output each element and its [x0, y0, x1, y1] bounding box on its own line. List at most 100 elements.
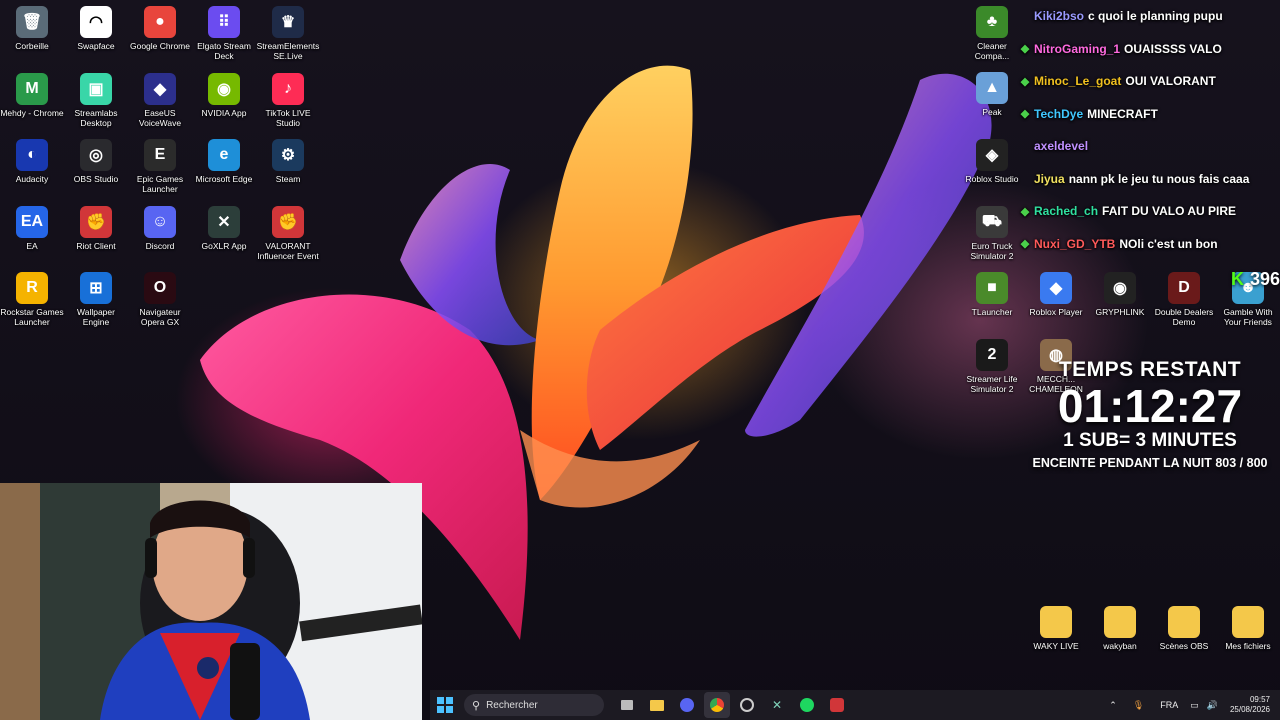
- timer-rule: 1 SUB= 3 MINUTES: [1063, 430, 1237, 451]
- network-icon[interactable]: ▭: [1190, 700, 1199, 711]
- desktop-icon-streamer-life-simulator-2[interactable]: 2 Streamer Life Simulator 2: [960, 335, 1024, 394]
- chat-text: MINECRAFT: [1087, 106, 1158, 121]
- audacity-icon: ◐: [16, 139, 48, 171]
- peak-icon: ▲: [976, 72, 1008, 104]
- obs-studio-icon: ◎: [80, 139, 112, 171]
- streamlabs-desktop-icon: ▣: [80, 72, 112, 105]
- chat-text: OUI VALORANT: [1125, 74, 1216, 89]
- desktop-icon-label: Elgato Stream Deck: [197, 41, 251, 61]
- easeus-voicewave-icon: ◆: [144, 72, 176, 105]
- desktop-icon-label: OBS Studio: [73, 174, 119, 184]
- ea-icon: EA: [16, 205, 48, 238]
- start-button[interactable]: [432, 692, 458, 718]
- spotify-icon: [800, 698, 814, 712]
- chat-text: FAIT DU VALO AU PIRE: [1102, 204, 1237, 219]
- desktop-icon-label: Mehdy - Chrome: [0, 107, 64, 118]
- discord-button[interactable]: [674, 692, 700, 718]
- goxlr-icon: ✕: [771, 698, 783, 712]
- wallpaper-engine-icon: ⊞: [80, 272, 112, 304]
- desktop-icon-label: Peak: [982, 107, 1002, 117]
- desktop-icon-sc-nes-obs[interactable]: Scènes OBS: [1152, 602, 1216, 651]
- desktop-icon-mehdy-chrome[interactable]: M Mehdy - Chrome: [0, 69, 64, 118]
- chat-message: axeldevel: [1016, 130, 1280, 163]
- file-explorer-button[interactable]: [644, 692, 670, 718]
- desktop-icon-roblox-player[interactable]: ◆ Roblox Player: [1024, 268, 1088, 317]
- desktop-icon-mes-fichiers[interactable]: Mes fichiers: [1216, 602, 1280, 651]
- desktop-icon-goxlr-app[interactable]: ✕ GoXLR App: [192, 202, 256, 251]
- desktop-icon-discord[interactable]: ☺ Discord: [128, 202, 192, 251]
- taskbar-clock[interactable]: 09:57 25/08/2026: [1230, 695, 1270, 715]
- desktop-icon-label: VALORANT Influencer Event: [257, 240, 319, 261]
- taskbar: ⚲ Rechercher ✕ ⌃ 🎙 FRA ▭ 🔊 09:57 25/08/2…: [430, 690, 1280, 720]
- desktop-icon-microsoft-edge[interactable]: e Microsoft Edge: [192, 135, 256, 184]
- chrome-button[interactable]: [704, 692, 730, 718]
- obs-icon: [740, 698, 754, 712]
- desktop-icon-obs-studio[interactable]: ◎ OBS Studio: [64, 135, 128, 184]
- desktop-icon-swapface[interactable]: ◠ Swapface: [64, 2, 128, 51]
- desktop-icon-waky-live[interactable]: WAKY LIVE: [1024, 602, 1088, 651]
- desktop-icon-rockstar-games-launcher[interactable]: R Rockstar Games Launcher: [0, 268, 64, 327]
- desktop-icon-nvidia-app[interactable]: ◉ NVIDIA App: [192, 69, 256, 118]
- desktop-icon-label: Steam: [275, 174, 301, 184]
- desktop-icon-label: Rockstar Games Launcher: [0, 307, 64, 327]
- waky-live-icon: [1040, 606, 1072, 638]
- desktop-icon-google-chrome[interactable]: ● Google Chrome: [128, 2, 192, 51]
- sc-nes-obs-icon: [1168, 606, 1200, 638]
- chat-message: ◆ TechDye MINECRAFT: [1016, 98, 1280, 131]
- viewer-count: 396: [1249, 268, 1280, 289]
- valorant-influencer-event-icon: ✊: [272, 205, 304, 238]
- desktop-icon-epic-games-launcher[interactable]: E Epic Games Launcher: [128, 135, 192, 194]
- roblox-studio-icon: ◈: [976, 139, 1008, 171]
- volume-icon[interactable]: 🔊: [1207, 700, 1218, 711]
- desktop-icon-double-dealers-demo[interactable]: D Double Dealers Demo: [1152, 268, 1216, 327]
- desktop-icon-easeus-voicewave[interactable]: ◆ EaseUS VoiceWave: [128, 69, 192, 128]
- desktop-icon-corbeille[interactable]: 🗑 Corbeille: [0, 2, 64, 51]
- spotify-button[interactable]: [794, 692, 820, 718]
- desktop-icon-elgato-stream-deck[interactable]: ⠿ Elgato Stream Deck: [192, 2, 256, 61]
- chat-username: TechDye: [1034, 106, 1084, 121]
- mehdy-chrome-icon: M: [16, 72, 48, 105]
- desktop-icon-label: GRYPHLINK: [1095, 307, 1145, 317]
- desktop-icon-euro-truck-simulator-2[interactable]: ⛟ Euro Truck Simulator 2: [960, 202, 1024, 261]
- desktop-icon-label: Navigateur Opera GX: [139, 307, 181, 327]
- desktop-icon-cleaner-compa[interactable]: ♣ Cleaner Compa...: [960, 2, 1024, 61]
- chevron-up-icon[interactable]: ⌃: [1109, 700, 1117, 711]
- desktop-icon-label: Double Dealers Demo: [1154, 307, 1214, 327]
- desktop-icon-riot-client[interactable]: ✊ Riot Client: [64, 202, 128, 251]
- epic-games-launcher-icon: E: [144, 139, 176, 171]
- language-indicator[interactable]: FRA: [1160, 700, 1178, 710]
- clock-date: 25/08/2026: [1229, 705, 1270, 714]
- desktop-icon-steam[interactable]: ⚙ Steam: [256, 135, 320, 184]
- riot-button[interactable]: [824, 692, 850, 718]
- desktop-icon-tlauncher[interactable]: ■ TLauncher: [960, 268, 1024, 317]
- desktop-icon-streamlabs-desktop[interactable]: ▣ Streamlabs Desktop: [64, 69, 128, 128]
- obs-button[interactable]: [734, 692, 760, 718]
- subscriber-badge-icon: ◆: [1020, 205, 1030, 218]
- desktop-icon-wakyban[interactable]: wakyban: [1088, 602, 1152, 651]
- desktop-icon-peak[interactable]: ▲ Peak: [960, 68, 1024, 117]
- folder-icon: [650, 699, 664, 711]
- chat-message: ◆ Minoc_Le_goat OUI VALORANT: [1016, 65, 1280, 98]
- desktop-icon-gryphlink[interactable]: ◉ GRYPHLINK: [1088, 268, 1152, 317]
- desktop-icon-navigateur-opera-gx[interactable]: O Navigateur Opera GX: [128, 268, 192, 327]
- desktop-icon-valorant-influencer-event[interactable]: ✊ VALORANT Influencer Event: [256, 202, 320, 261]
- desktop-icon-tiktok-live-studio[interactable]: ♪ TikTok LIVE Studio: [256, 69, 320, 128]
- task-view-button[interactable]: [614, 692, 640, 718]
- subscriber-badge-icon: ◆: [1020, 108, 1030, 121]
- steam-icon: ⚙: [272, 139, 304, 171]
- desktop-icon-roblox-studio[interactable]: ◈ Roblox Studio: [960, 135, 1024, 184]
- chat-message: ◆ Rached_ch FAIT DU VALO AU PIRE: [1016, 195, 1280, 228]
- microphone-icon[interactable]: 🎙: [1133, 700, 1144, 711]
- goxlr-button[interactable]: ✕: [764, 692, 790, 718]
- desktop-icon-label: Streamer Life Simulator 2: [966, 374, 1018, 394]
- desktop-icon-label: Discord: [145, 240, 175, 251]
- desktop-icon-ea[interactable]: EA EA: [0, 202, 64, 251]
- desktop-icon-wallpaper-engine[interactable]: ⊞ Wallpaper Engine: [64, 268, 128, 327]
- taskbar-search[interactable]: ⚲ Rechercher: [464, 694, 604, 716]
- desktop-icon-streamelements-se-live[interactable]: ♛ StreamElements SE.Live: [256, 2, 320, 61]
- desktop-icon-audacity[interactable]: ◐ Audacity: [0, 135, 64, 184]
- desktop-icon-label: Mes fichiers: [1225, 641, 1271, 651]
- desktop-icon-label: Audacity: [15, 174, 49, 184]
- desktop-icon-label: Corbeille: [15, 41, 49, 51]
- cleaner-compa-icon: ♣: [976, 6, 1008, 38]
